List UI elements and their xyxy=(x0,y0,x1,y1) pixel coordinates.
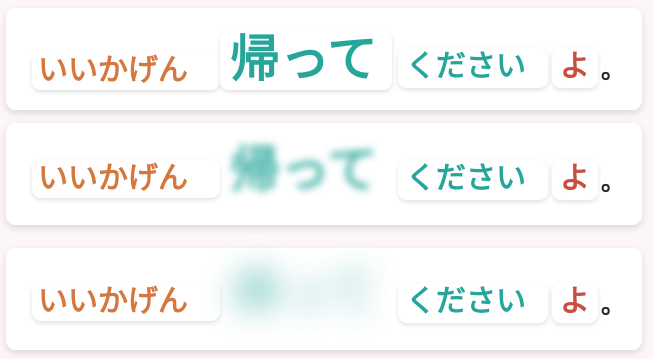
word-chip-iikagen[interactable]: いいかげん xyxy=(32,283,220,321)
word-text: よ xyxy=(560,284,590,319)
word-chip-yo[interactable]: よ xyxy=(552,160,598,200)
sentence-card-3: いいかげん 帰って ください よ 。 xyxy=(6,248,642,350)
sentence-card-1: いいかげん 帰って ください よ 。 xyxy=(6,8,642,110)
word-text: ください xyxy=(406,49,526,84)
sentence-period: 。 xyxy=(601,168,625,196)
word-text-blurred: 帰って xyxy=(230,141,378,199)
word-text: いいかげん xyxy=(38,161,188,196)
word-text: ください xyxy=(406,161,526,196)
word-chip-kaette-hidden[interactable]: 帰って xyxy=(220,264,392,324)
word-chip-kaette[interactable]: 帰って xyxy=(220,30,392,90)
word-text-hidden: 帰って xyxy=(230,264,378,322)
word-chip-yo[interactable]: よ xyxy=(552,283,598,323)
word-text: いいかげん xyxy=(38,53,188,88)
word-chip-kudasai[interactable]: ください xyxy=(398,283,548,323)
word-chip-iikagen[interactable]: いいかげん xyxy=(32,160,220,198)
word-chip-kudasai[interactable]: ください xyxy=(398,160,548,200)
sentence-period: 。 xyxy=(601,291,625,319)
word-text: 帰って xyxy=(230,30,378,88)
word-chip-kaette-blurred[interactable]: 帰って xyxy=(220,141,392,201)
word-text: よ xyxy=(560,49,590,84)
word-text: いいかげん xyxy=(38,284,188,319)
sentence-period: 。 xyxy=(601,56,625,84)
word-chip-yo[interactable]: よ xyxy=(552,48,598,88)
word-text: よ xyxy=(560,161,590,196)
sentence-card-2: いいかげん 帰って ください よ 。 xyxy=(6,123,642,225)
word-text: ください xyxy=(406,284,526,319)
word-chip-kudasai[interactable]: ください xyxy=(398,48,548,88)
word-chip-iikagen[interactable]: いいかげん xyxy=(32,52,220,90)
